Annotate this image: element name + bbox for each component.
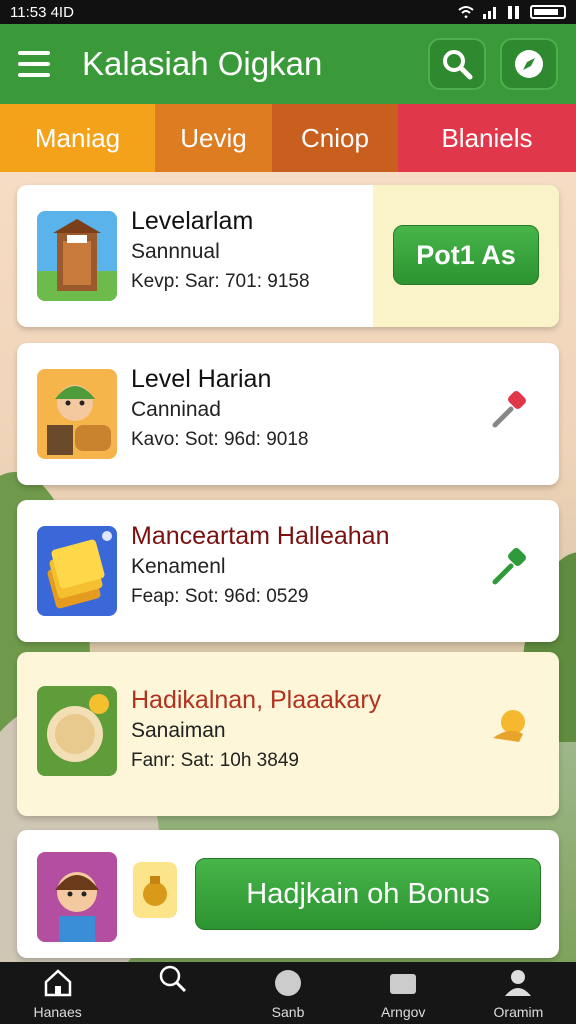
battery-icon [530, 5, 566, 19]
category-tabs: Maniag Uevig Cniop Blaniels [0, 104, 576, 172]
bonus-button[interactable]: Hadjkain oh Bonus [195, 858, 541, 930]
coin-thumbnail [37, 686, 117, 776]
tab-uevig[interactable]: Uevig [155, 104, 272, 172]
tab-maniag[interactable]: Maniag [0, 104, 155, 172]
tab-blaniels[interactable]: Blaniels [398, 104, 576, 172]
tab-cniop[interactable]: Cniop [272, 104, 398, 172]
nav-item-search[interactable] [115, 962, 230, 1024]
app-header: Kalasiah Oigkan [0, 24, 576, 104]
card-meta: Feap: Sot: 96d: 0529 [131, 586, 309, 607]
circle-icon [275, 970, 301, 996]
search-button[interactable] [428, 38, 486, 90]
cards-thumbnail [37, 526, 117, 616]
avatar [37, 852, 117, 942]
hamburger-menu-icon[interactable] [18, 46, 58, 82]
key-icon[interactable] [487, 546, 531, 590]
card-meta: Kevp: Sar: 701: 9158 [131, 271, 310, 292]
character-thumbnail [37, 369, 117, 459]
compass-icon [515, 50, 543, 78]
list-item[interactable]: Level Harian Canninad Kavo: Sot: 96d: 90… [17, 343, 559, 485]
signal-icon [483, 7, 496, 19]
nav-item-arngov[interactable]: Arngov [346, 962, 461, 1024]
signal-bars-icon [508, 6, 519, 19]
status-bar: 11:53 4ID [0, 0, 576, 24]
nav-label: Arngov [381, 1004, 426, 1020]
card-meta: Kavo: Sot: 96d: 9018 [131, 429, 309, 450]
play-button[interactable]: Pot1 As [393, 225, 539, 285]
card-title: Levelarlam [131, 207, 254, 235]
card-subtitle: Sanaiman [131, 719, 226, 742]
list-item[interactable]: Hadikalnan, Plaaakary Sanaiman Fanr: Sat… [17, 652, 559, 816]
nav-label: Oramim [493, 1004, 544, 1020]
nav-item-sanb[interactable]: Sanb [230, 962, 345, 1024]
card-subtitle: Canninad [131, 398, 221, 421]
folder-icon [390, 974, 417, 994]
explore-button[interactable] [500, 38, 558, 90]
search-icon [159, 965, 186, 993]
coin-hand-icon[interactable] [489, 704, 533, 748]
card-title: Hadikalnan, Plaaakary [131, 686, 382, 714]
card-title: Manceartam Halleahan [131, 522, 390, 550]
status-icons [458, 5, 566, 19]
nav-item-home[interactable]: Hanaes [0, 962, 115, 1024]
nav-label: Hanaes [33, 1004, 82, 1020]
card-meta: Fanr: Sat: 10h 3849 [131, 750, 299, 771]
bonus-card: Hadjkain oh Bonus [17, 830, 559, 958]
key-icon[interactable] [487, 389, 531, 433]
card-title: Level Harian [131, 365, 272, 393]
nav-label: Sanb [271, 1004, 305, 1020]
card-subtitle: Kenamenl [131, 555, 226, 578]
status-time: 11:53 4ID [10, 3, 74, 21]
home-icon [44, 969, 71, 997]
bottom-nav: Hanaes Sanb Arngov Oramim [0, 962, 576, 1024]
search-icon [443, 50, 473, 80]
profile-icon [505, 970, 532, 996]
list-item[interactable]: Levelarlam Sannnual Kevp: Sar: 701: 9158… [17, 185, 559, 327]
level-thumbnail [37, 211, 117, 301]
nav-item-profile[interactable]: Oramim [461, 962, 576, 1024]
money-bag-icon [133, 862, 177, 918]
app-title: Kalasiah Oigkan [82, 45, 323, 82]
list-item[interactable]: Manceartam Halleahan Kenamenl Feap: Sot:… [17, 500, 559, 642]
card-subtitle: Sannnual [131, 240, 220, 263]
wifi-icon [458, 6, 474, 19]
